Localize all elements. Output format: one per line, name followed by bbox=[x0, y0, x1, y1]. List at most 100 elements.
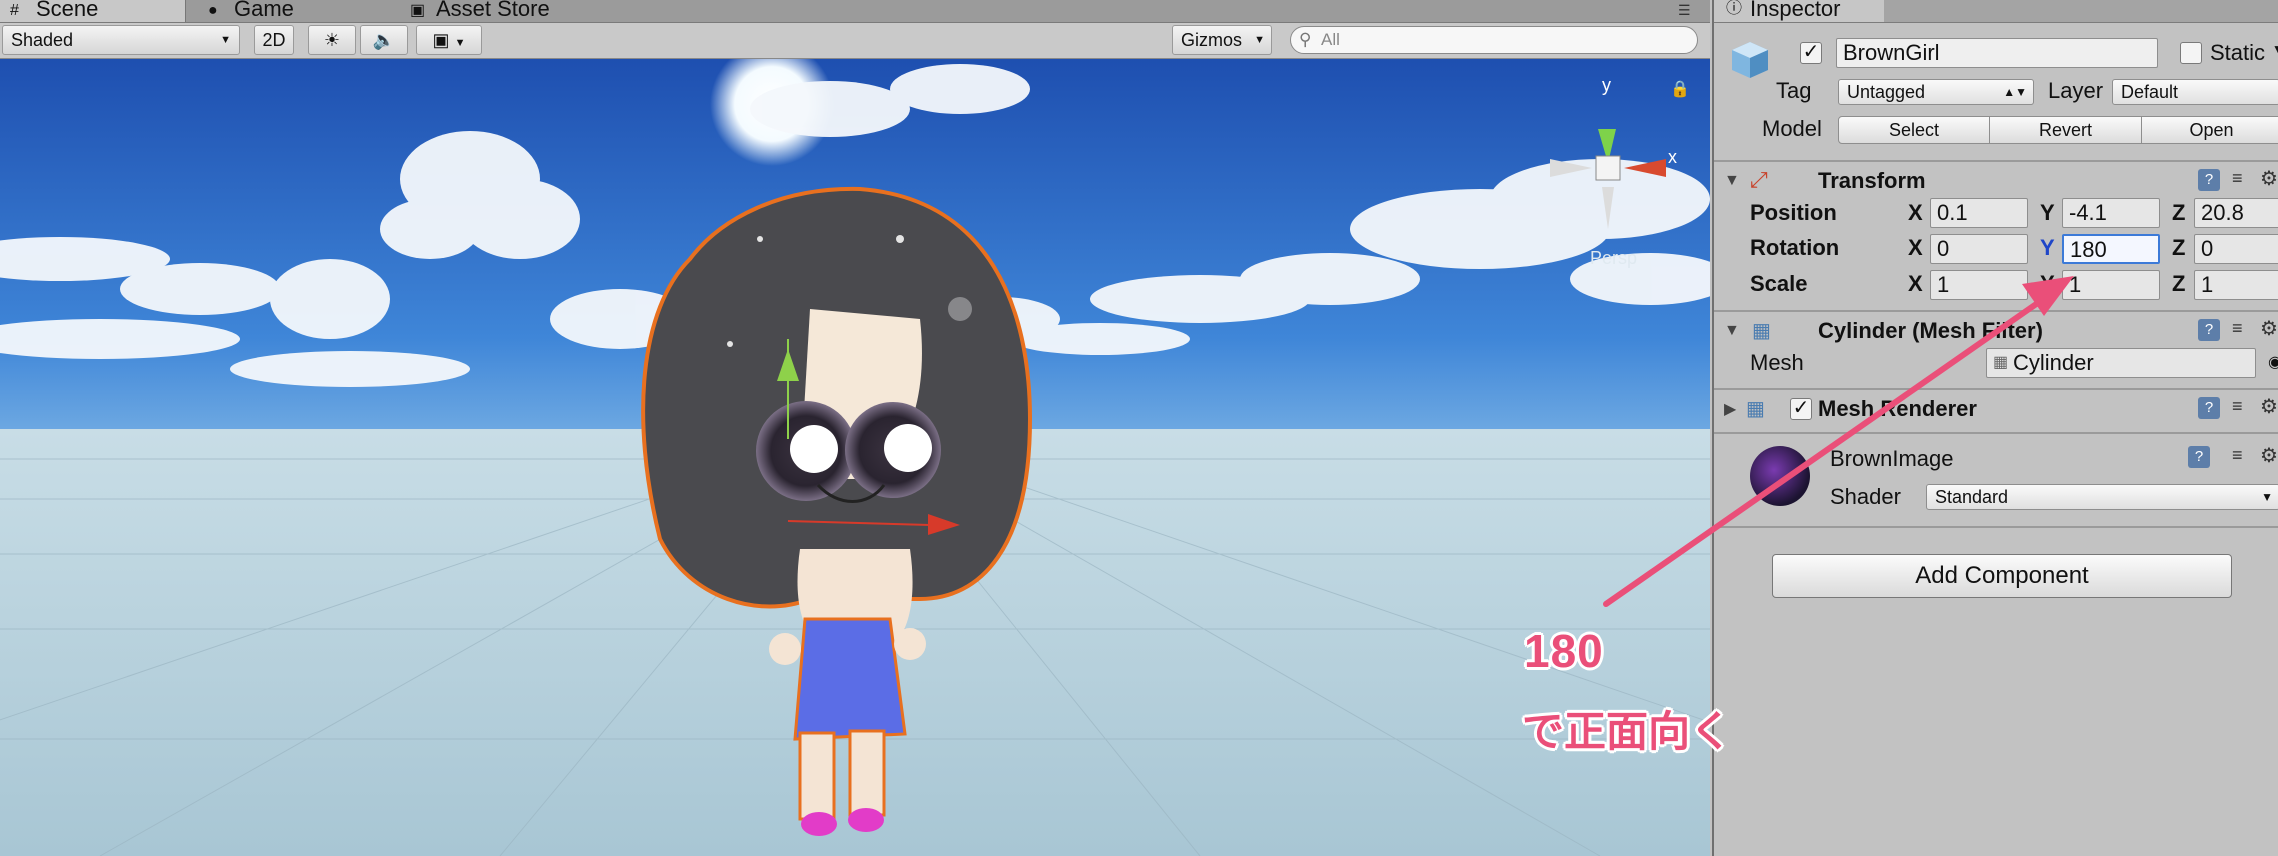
mesh-renderer-enabled-checkbox[interactable]: ✓ bbox=[1790, 398, 1812, 420]
scene-viewport[interactable]: y x Persp 🔒 bbox=[0, 59, 1710, 856]
preset-icon[interactable]: ≡ bbox=[2232, 318, 2243, 339]
object-name-field[interactable]: BrownGirl bbox=[1836, 38, 2158, 68]
gizmos-dropdown[interactable]: Gizmos ▼ bbox=[1172, 25, 1272, 55]
static-checkbox[interactable] bbox=[2180, 42, 2202, 64]
transform-header[interactable]: ▼ ⤢ Transform ? ≡ ⚙ bbox=[1714, 163, 2278, 199]
chevron-down-icon[interactable]: ▼ bbox=[2272, 42, 2278, 56]
tag-dropdown[interactable]: Untagged ▲▼ bbox=[1838, 79, 2034, 105]
effects-dropdown[interactable]: ▣ ▼ bbox=[416, 25, 482, 55]
panel-menu-icon[interactable]: ☰ bbox=[1678, 2, 1691, 19]
rotation-label: Rotation bbox=[1750, 235, 1840, 260]
rotation-y-field[interactable]: 180 bbox=[2062, 234, 2160, 264]
gear-icon[interactable]: ⚙ bbox=[2260, 394, 2278, 419]
tab-scene[interactable]: # Scene bbox=[0, 0, 186, 22]
axis-y-label: Y bbox=[2040, 235, 2055, 260]
axis-z-label: Z bbox=[2172, 235, 2186, 260]
divider bbox=[1714, 310, 2278, 312]
scene-render: y x Persp 🔒 bbox=[0, 59, 1710, 856]
material-name: BrownImage bbox=[1830, 446, 1954, 471]
tab-asset-store[interactable]: ▣ Asset Store bbox=[400, 0, 660, 22]
static-label: Static bbox=[2210, 40, 2266, 65]
axis-z-label: Z bbox=[2172, 271, 2186, 296]
axis-x-label: X bbox=[1908, 235, 1923, 260]
help-icon[interactable]: ? bbox=[2198, 169, 2220, 191]
search-icon: ⚲ bbox=[1299, 30, 1312, 49]
mesh-renderer-header[interactable]: ▶ ▦ ✓ Mesh Renderer ? ≡ ⚙ bbox=[1714, 391, 2278, 427]
foldout-open-icon[interactable]: ▼ bbox=[1724, 172, 1740, 190]
position-z-field[interactable]: 20.8 bbox=[2194, 198, 2278, 228]
mesh-value: Cylinder bbox=[2013, 350, 2094, 375]
tab-game[interactable]: ● Game bbox=[198, 0, 388, 22]
audio-toggle-button[interactable]: 🔈 bbox=[360, 25, 408, 55]
search-placeholder: All bbox=[1321, 30, 1340, 49]
divider bbox=[1714, 526, 2278, 528]
axis-x-label: X bbox=[1908, 271, 1923, 296]
layer-label: Layer bbox=[2048, 78, 2104, 103]
preset-icon[interactable]: ≡ bbox=[2232, 445, 2243, 466]
info-icon: ⓘ bbox=[1726, 0, 1743, 17]
inspector-tab-bar: ⓘ Inspector bbox=[1714, 0, 2278, 23]
inspector-panel: ⓘ Inspector ✓ BrownGirl Static ▼ Tag Unt… bbox=[1712, 0, 2278, 856]
mesh-filter-header[interactable]: ▼ ▦ Cylinder (Mesh Filter) ? ≡ ⚙ bbox=[1714, 313, 2278, 349]
scene-view-panel: # Scene ● Game ▣ Asset Store ☰ Shaded ▼ … bbox=[0, 0, 1710, 856]
layer-dropdown[interactable]: Default bbox=[2112, 79, 2278, 105]
speaker-icon: 🔈 bbox=[372, 30, 396, 50]
projection-label[interactable]: Persp bbox=[1590, 248, 1637, 268]
object-picker-icon[interactable]: ◉ bbox=[2268, 352, 2278, 372]
position-x-field[interactable]: 0.1 bbox=[1930, 198, 2028, 228]
gear-icon[interactable]: ⚙ bbox=[2260, 316, 2278, 341]
toggle-2d-button[interactable]: 2D bbox=[254, 25, 294, 55]
asset-store-icon: ▣ bbox=[410, 2, 426, 19]
model-open-button[interactable]: Open bbox=[2142, 116, 2278, 144]
dropdown-arrow-icon: ▼ bbox=[2261, 490, 2273, 504]
model-revert-button[interactable]: Revert bbox=[1990, 116, 2142, 144]
mesh-object-field[interactable]: ▦ Cylinder bbox=[1986, 348, 2256, 378]
transform-icon: ⤢ bbox=[1750, 167, 1768, 192]
mesh-renderer-icon: ▦ bbox=[1746, 398, 1765, 420]
shader-label: Shader bbox=[1830, 484, 1901, 509]
scene-icon: # bbox=[10, 2, 19, 19]
help-icon[interactable]: ? bbox=[2198, 319, 2220, 341]
divider bbox=[1714, 432, 2278, 434]
preset-icon[interactable]: ≡ bbox=[2232, 168, 2243, 189]
shader-dropdown[interactable]: Standard ▼ bbox=[1926, 484, 2278, 510]
preset-icon[interactable]: ≡ bbox=[2232, 396, 2243, 417]
add-component-button[interactable]: Add Component bbox=[1772, 554, 2232, 598]
gizmos-label: Gizmos bbox=[1181, 30, 1243, 50]
lighting-toggle-button[interactable]: ☀ bbox=[308, 25, 356, 55]
help-icon[interactable]: ? bbox=[2198, 397, 2220, 419]
model-select-button[interactable]: Select bbox=[1838, 116, 1990, 144]
gear-icon[interactable]: ⚙ bbox=[2260, 166, 2278, 191]
scene-search-input[interactable]: ⚲ All bbox=[1290, 26, 1698, 54]
scale-z-field[interactable]: 1 bbox=[2194, 270, 2278, 300]
material-preview-icon[interactable] bbox=[1750, 446, 1810, 506]
position-y-field[interactable]: -4.1 bbox=[2062, 198, 2160, 228]
tab-asset-store-label: Asset Store bbox=[436, 0, 550, 21]
mesh-filter-title: Cylinder (Mesh Filter) bbox=[1818, 318, 2043, 343]
draw-mode-dropdown[interactable]: Shaded ▼ bbox=[2, 25, 240, 55]
help-icon[interactable]: ? bbox=[2188, 446, 2210, 468]
axis-z-label: Z bbox=[2172, 200, 2186, 225]
shader-value: Standard bbox=[1935, 487, 2009, 507]
gameobject-cube-icon bbox=[1728, 38, 1772, 82]
scale-y-field[interactable]: 1 bbox=[2062, 270, 2160, 300]
tab-inspector[interactable]: ⓘ Inspector bbox=[1714, 0, 1884, 22]
tag-value: Untagged bbox=[1847, 82, 1926, 102]
annotation-text: で正面向く bbox=[1522, 708, 1733, 755]
foldout-closed-icon[interactable]: ▶ bbox=[1724, 399, 1736, 419]
rotation-x-field[interactable]: 0 bbox=[1930, 234, 2028, 264]
dropdown-arrow-icon: ▼ bbox=[454, 37, 466, 49]
tab-game-label: Game bbox=[234, 0, 294, 21]
position-label: Position bbox=[1750, 200, 1837, 225]
lock-icon[interactable]: 🔒 bbox=[1670, 80, 1690, 98]
rotation-z-field[interactable]: 0 bbox=[2194, 234, 2278, 264]
active-checkbox[interactable]: ✓ bbox=[1800, 42, 1822, 64]
tag-label: Tag bbox=[1776, 78, 1812, 103]
game-icon: ● bbox=[208, 2, 218, 19]
foldout-open-icon[interactable]: ▼ bbox=[1724, 322, 1740, 340]
mesh-icon: ▦ bbox=[1993, 354, 2009, 371]
mesh-label: Mesh bbox=[1750, 350, 1804, 375]
scale-x-field[interactable]: 1 bbox=[1930, 270, 2028, 300]
scene-tab-bar: # Scene ● Game ▣ Asset Store ☰ bbox=[0, 0, 1710, 23]
gear-icon[interactable]: ⚙ bbox=[2260, 443, 2278, 468]
